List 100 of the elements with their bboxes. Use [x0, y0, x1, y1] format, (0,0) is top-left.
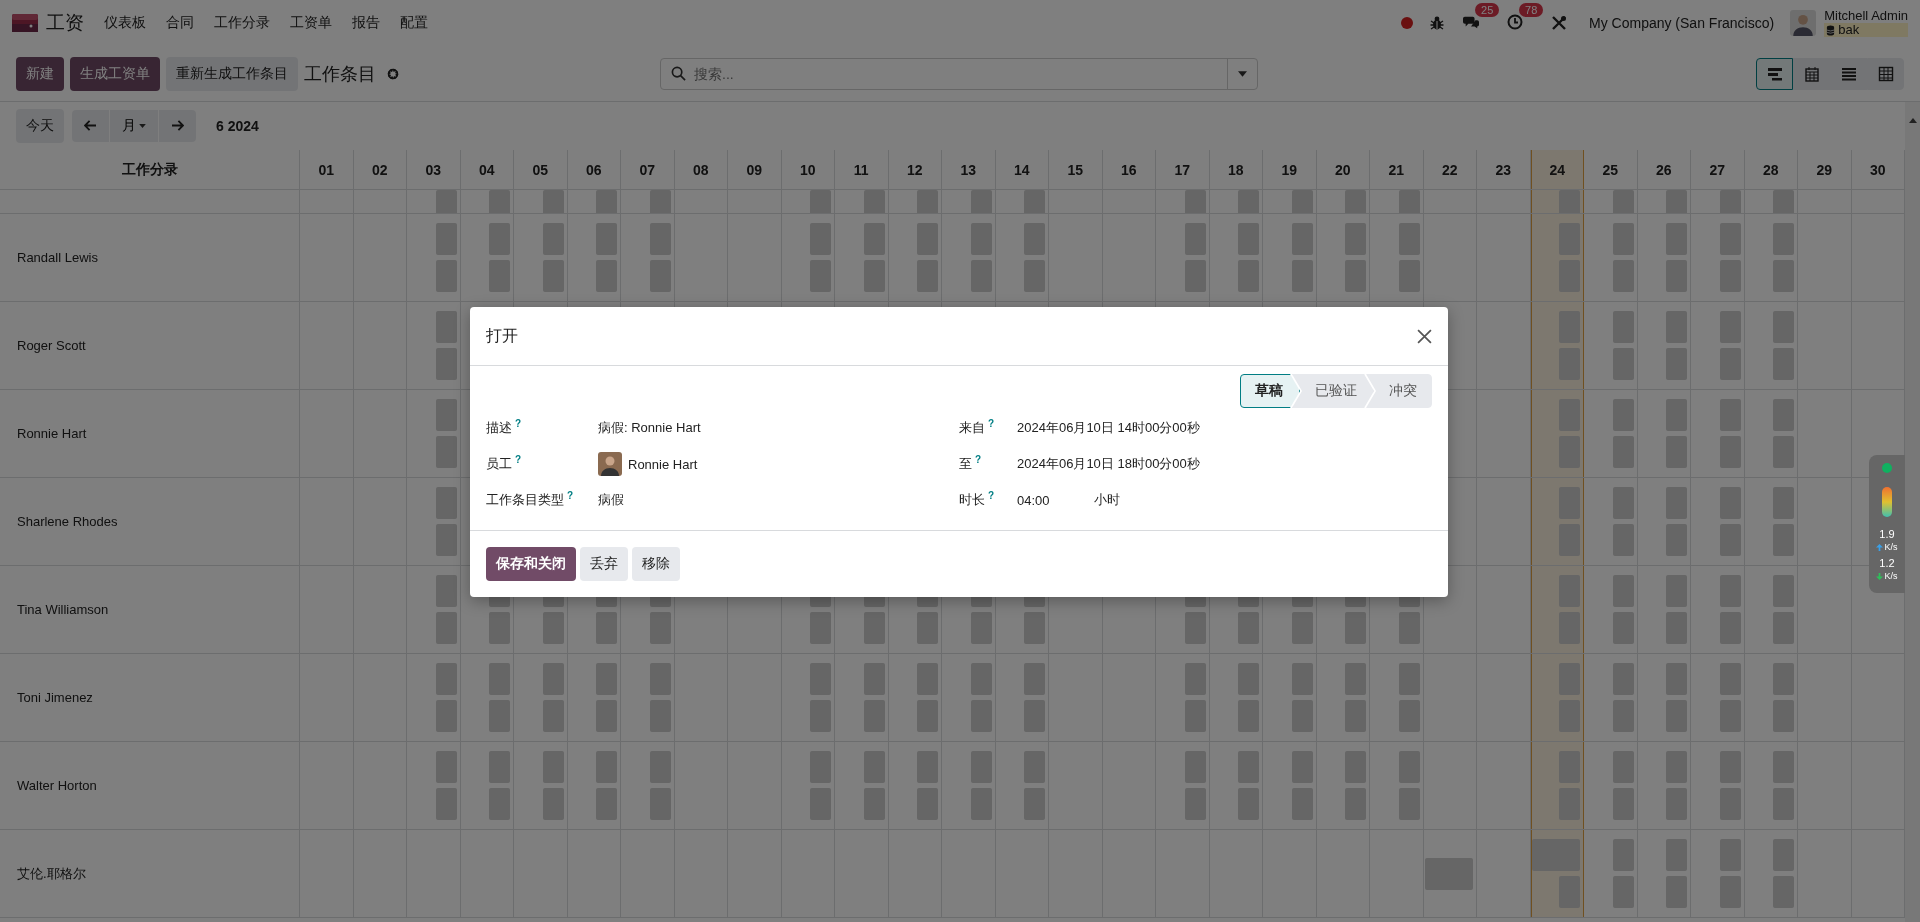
work-entry-bar[interactable] [1612, 788, 1634, 820]
dialog-button[interactable]: 丢弃 [580, 547, 628, 581]
work-entry-bar[interactable] [863, 700, 885, 732]
menu-item[interactable]: 合同 [166, 14, 194, 32]
work-entry-bar[interactable] [435, 190, 457, 213]
work-entry-bar[interactable] [435, 311, 457, 343]
status-step[interactable]: 冲突 [1366, 374, 1432, 408]
work-entry-bar[interactable] [542, 700, 564, 732]
work-entry-bar[interactable] [1398, 663, 1420, 695]
work-entry-bar[interactable] [1612, 436, 1634, 468]
work-entry-bar[interactable] [810, 612, 831, 644]
work-entry-bar[interactable] [1773, 751, 1794, 783]
work-entry-bar[interactable] [1773, 223, 1794, 255]
work-entry-bar[interactable] [542, 260, 564, 292]
work-entry-bar[interactable] [917, 788, 938, 820]
work-entry-bar[interactable] [1291, 190, 1313, 213]
work-entry-bar[interactable] [863, 223, 885, 255]
work-entry-bar[interactable] [917, 190, 938, 213]
work-entry-bar[interactable] [1773, 487, 1794, 519]
work-entry-bar[interactable] [1666, 223, 1687, 255]
next-button[interactable] [159, 110, 196, 142]
work-entry-bar[interactable] [1719, 663, 1741, 695]
work-entry-bar[interactable] [596, 260, 617, 292]
work-entry-bar[interactable] [1398, 260, 1420, 292]
work-entry-bar[interactable] [1398, 700, 1420, 732]
work-entry-bar[interactable] [1291, 751, 1313, 783]
work-entry-bar[interactable] [1612, 612, 1634, 644]
work-entry-bar[interactable] [863, 190, 885, 213]
work-entry-bar[interactable] [542, 612, 564, 644]
work-entry-bar[interactable] [863, 663, 885, 695]
work-entry-bar[interactable] [1773, 700, 1794, 732]
work-entry-bar[interactable] [970, 260, 992, 292]
work-entry-bar[interactable] [1666, 436, 1687, 468]
work-entry-bar[interactable] [1773, 311, 1794, 343]
work-entry-bar[interactable] [1398, 223, 1420, 255]
work-entry-bar[interactable] [1719, 839, 1741, 871]
scale-dropdown[interactable]: 月 [110, 110, 158, 142]
bug-icon[interactable] [1429, 15, 1445, 31]
menu-item[interactable]: 配置 [400, 14, 428, 32]
work-entry-bar[interactable] [596, 700, 617, 732]
work-entry-bar[interactable] [1773, 260, 1794, 292]
close-icon[interactable] [1417, 328, 1432, 344]
work-entry-bar[interactable] [1291, 663, 1313, 695]
tools-icon[interactable] [1551, 15, 1567, 31]
work-entry-bar[interactable] [917, 751, 938, 783]
menu-item[interactable]: 工作分录 [214, 14, 270, 32]
work-entry-bar[interactable] [1184, 700, 1206, 732]
work-entry-bar[interactable] [1666, 311, 1687, 343]
work-entry-bar[interactable] [1719, 524, 1741, 556]
work-entry-bar[interactable] [649, 788, 671, 820]
user-avatar[interactable] [1790, 10, 1817, 36]
work-entry-bar[interactable] [1773, 575, 1794, 607]
gantt-view-button[interactable] [1756, 57, 1793, 90]
work-entry-bar[interactable] [1773, 839, 1794, 871]
work-entry-bar[interactable] [1238, 788, 1259, 820]
work-entry-bar[interactable] [1666, 260, 1687, 292]
work-entry-bar[interactable] [1238, 190, 1259, 213]
work-entry-bar[interactable] [1291, 700, 1313, 732]
status-step[interactable]: 已验证 [1292, 374, 1374, 408]
work-entry-bar[interactable] [435, 700, 457, 732]
work-entry-bar[interactable] [917, 612, 938, 644]
work-entry-bar[interactable] [1666, 487, 1687, 519]
work-entry-bar[interactable] [1612, 311, 1634, 343]
vertical-scrollbar[interactable] [1905, 102, 1920, 922]
clock-icon[interactable] [1507, 13, 1523, 30]
work-entry-bar[interactable] [1612, 876, 1634, 908]
work-entry-bar[interactable] [1719, 487, 1741, 519]
work-entry-bar[interactable] [1184, 751, 1206, 783]
work-entry-bar[interactable] [1612, 663, 1634, 695]
search-field[interactable]: 搜索... [660, 57, 1258, 90]
work-entry-bar[interactable] [1398, 190, 1420, 213]
work-entry-bar[interactable] [1238, 663, 1259, 695]
work-entry-bar[interactable] [1345, 788, 1366, 820]
dialog-button[interactable]: 保存和关闭 [486, 547, 576, 581]
work-entry-bar[interactable] [596, 190, 617, 213]
work-entry-bar[interactable] [435, 399, 457, 431]
work-entry-bar[interactable] [1612, 348, 1634, 380]
work-entry-bar[interactable] [1773, 788, 1794, 820]
work-entry-bar[interactable] [1612, 487, 1634, 519]
dialog-button[interactable]: 移除 [632, 547, 680, 581]
work-entry-bar[interactable] [1184, 260, 1206, 292]
work-entry-bar[interactable] [1773, 524, 1794, 556]
work-entry-bar[interactable] [542, 223, 564, 255]
work-entry-bar[interactable] [970, 663, 992, 695]
app-logo-icon[interactable] [12, 14, 38, 32]
work-entry-bar[interactable] [1291, 223, 1313, 255]
work-entry-bar[interactable] [863, 751, 885, 783]
work-entry-bar[interactable] [435, 575, 457, 607]
work-entry-bar[interactable] [1612, 260, 1634, 292]
work-entry-bar[interactable] [489, 190, 510, 213]
work-entry-bar[interactable] [1773, 399, 1794, 431]
work-entry-bar[interactable] [489, 260, 510, 292]
work-entry-bar[interactable] [810, 663, 831, 695]
work-entry-bar[interactable] [1345, 751, 1366, 783]
work-entry-bar[interactable] [917, 663, 938, 695]
work-entry-bar[interactable] [1345, 612, 1366, 644]
work-entry-bar[interactable] [1345, 190, 1366, 213]
company-switcher[interactable]: My Company (San Francisco) [1589, 15, 1775, 31]
work-entry-bar[interactable] [435, 663, 457, 695]
work-entry-bar[interactable] [1345, 663, 1366, 695]
